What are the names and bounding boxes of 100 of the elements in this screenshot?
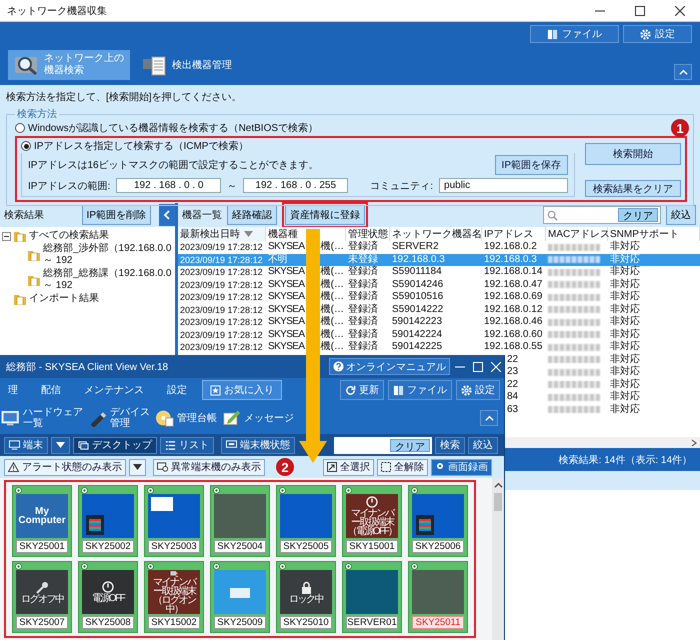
toolbar-button[interactable]: 更新 bbox=[340, 380, 384, 400]
column-header[interactable]: SNMPサポート bbox=[608, 227, 700, 241]
group-label: 検索方法 bbox=[16, 108, 58, 121]
tree-item[interactable]: すべての検索結果 bbox=[29, 230, 109, 242]
redacted-text-block bbox=[548, 244, 600, 251]
record-button[interactable]: 画面録画 bbox=[431, 458, 492, 476]
device-thumbnail[interactable]: SKY25003 bbox=[144, 485, 204, 557]
column-header[interactable]: 管理状態 bbox=[346, 227, 390, 241]
device-thumbnail[interactable]: SKY25009 bbox=[210, 561, 270, 633]
toolbar-button[interactable]: 全選択 bbox=[323, 458, 374, 476]
toolbar-button[interactable]: ファイル bbox=[388, 380, 452, 400]
table-cell: SKYSEA bbox=[268, 241, 304, 254]
toolbar-button[interactable]: 設定 bbox=[623, 25, 692, 43]
table-row[interactable]: 84 非対応 bbox=[505, 391, 700, 404]
menu-tab[interactable]: 配信 bbox=[33, 380, 69, 400]
column-header[interactable]: IPアドレス bbox=[482, 227, 546, 241]
tree-item[interactable]: インポート結果 bbox=[29, 293, 99, 305]
table-row[interactable]: 2023/09/19 17:28:12 SKYSEA 機(… 登録済 S59014246 192.168.0.47 非対応 bbox=[178, 278, 700, 291]
device-thumbnail[interactable]: 電源OFF SKY25008 bbox=[78, 561, 138, 633]
toolbar-button[interactable]: 経路確認 bbox=[227, 205, 277, 225]
collapse-button[interactable] bbox=[674, 64, 692, 80]
table-cell-text: 機(… bbox=[320, 304, 344, 316]
device-thumbnail[interactable]: マイナンバー取扱端末 （電源OFF） SKY15001 bbox=[342, 485, 402, 557]
ip-start-field[interactable]: 192 . 168 . 0 . 0 bbox=[116, 178, 222, 193]
toolbar-button[interactable]: 資産情報に登録 bbox=[285, 205, 365, 225]
view-tab[interactable]: リスト bbox=[160, 436, 214, 454]
device-thumbnail[interactable]: SKY25004 bbox=[210, 485, 270, 557]
table-row[interactable]: 2023/09/19 17:28:12 SKYSEA 機(… 登録済 S59014222 192.168.0.12 非対応 bbox=[178, 304, 700, 316]
save-range-button[interactable]: IP範囲を保存 bbox=[494, 155, 568, 175]
close-icon bbox=[490, 362, 500, 372]
delete-range-button[interactable]: IP範囲を削除 bbox=[82, 205, 151, 225]
column-header[interactable]: MACアドレス bbox=[546, 227, 608, 241]
toolbar-button[interactable]: 端末機状態 bbox=[221, 436, 295, 454]
device-thumbnail[interactable]: SKY25006 bbox=[408, 485, 468, 557]
terminal-dropdown[interactable]: 端末 bbox=[4, 436, 48, 454]
collapse-toggle-icon[interactable] bbox=[2, 232, 11, 240]
table-cell-text: 非対応 bbox=[609, 378, 641, 390]
menu-tab[interactable]: メンテナンス bbox=[76, 380, 152, 400]
clear-results-button[interactable]: 検索結果をクリア bbox=[585, 180, 681, 197]
table-cell-text: 非対応 bbox=[609, 391, 641, 404]
device-thumbnail[interactable]: SKY25011 bbox=[408, 561, 468, 633]
toolbar-button[interactable]: ファイル bbox=[530, 25, 619, 43]
toolbar-button[interactable]: 全解除 bbox=[377, 458, 428, 476]
ip-end-field[interactable]: 192 . 168 . 0 . 255 bbox=[243, 178, 348, 193]
view-tab[interactable]: デスクトップ bbox=[73, 436, 157, 454]
device-thumbnail[interactable]: SERVER01 bbox=[342, 561, 402, 633]
clear-button[interactable]: クリア bbox=[390, 438, 430, 452]
radio-button[interactable] bbox=[15, 123, 25, 133]
clear-button[interactable]: クリア bbox=[618, 208, 658, 222]
window-drawing bbox=[230, 588, 250, 598]
search-button[interactable]: 検索 bbox=[435, 436, 465, 454]
table-row[interactable]: 2023/09/19 17:28:12 SKYSEA 機(… 登録済 590142224 192.168.0.60 非対応 bbox=[178, 328, 700, 341]
radio-button[interactable] bbox=[21, 141, 31, 151]
community-field[interactable]: public bbox=[439, 178, 568, 193]
vertical-scrollbar[interactable] bbox=[492, 478, 504, 640]
toolbar-button[interactable]: アラート状態のみ表示 bbox=[4, 458, 126, 476]
device-thumbnail[interactable]: マイナンバー取扱端末 （ログオン中） SKY15002 bbox=[144, 561, 204, 633]
search-field[interactable]: クリア bbox=[334, 436, 432, 454]
tool-button[interactable]: ハードウェア 一覧 bbox=[0, 407, 84, 429]
column-header[interactable]: ネットワーク機器名 bbox=[390, 227, 482, 241]
horizontal-scrollbar[interactable] bbox=[505, 437, 700, 448]
collapse-button[interactable] bbox=[480, 410, 498, 426]
device-thumbnail[interactable]: My Computer SKY25001 bbox=[12, 485, 72, 557]
table-row[interactable]: 2023/09/19 17:28:12 SKYSEA 機(… 登録済 S59011184 192.168.0.14 非対応 bbox=[178, 266, 700, 278]
tree-item[interactable]: 総務部_渉外部（192.168.0.0 ～ 192 bbox=[43, 243, 173, 267]
column-header[interactable]: 最新検出日時 bbox=[178, 227, 266, 241]
menu-tab[interactable]: 設定 bbox=[159, 380, 195, 400]
device-thumbnail[interactable]: SKY25005 bbox=[276, 485, 336, 557]
table-row[interactable]: 2023/09/19 17:28:12 SKYSEA 機(… 登録済 590142225 192.168.0.55 非対応 bbox=[178, 341, 700, 354]
toolbar-button[interactable]: 異常端末機のみ表示 bbox=[153, 458, 265, 476]
search-field[interactable]: クリア bbox=[543, 206, 661, 224]
online-manual-button[interactable]: オンラインマニュアル bbox=[329, 358, 450, 375]
table-row[interactable]: 2023/09/19 17:28:12 SKYSEA 機(… 登録済 S59010516 192.168.0.69 非対応 bbox=[178, 291, 700, 304]
tool-button[interactable]: 管理台帳 bbox=[154, 409, 218, 427]
table-row[interactable]: 63 非対応 bbox=[505, 404, 700, 416]
table-row[interactable]: 22 非対応 bbox=[505, 354, 700, 366]
tree-item[interactable]: 総務部_総務課（192.168.0.0 ～ 192 bbox=[43, 268, 173, 292]
table-row[interactable]: 23 非対応 bbox=[505, 366, 700, 378]
filter-button[interactable]: 絞込 bbox=[468, 436, 498, 454]
table-cell-text: 登録済 bbox=[347, 278, 379, 290]
menu-tab[interactable]: 理 bbox=[0, 380, 26, 400]
filter-button[interactable]: 絞込 bbox=[666, 205, 696, 225]
scrollbar-thumb[interactable] bbox=[494, 493, 502, 511]
dropdown-button[interactable] bbox=[129, 458, 146, 476]
status-icon bbox=[147, 487, 154, 494]
tab[interactable]: 検出機器管理 bbox=[136, 52, 238, 80]
device-thumbnail[interactable]: ロック中 SKY25010 bbox=[276, 561, 336, 633]
start-search-button[interactable]: 検索開始 bbox=[585, 143, 681, 165]
table-cell: 機(… bbox=[320, 291, 344, 304]
tool-button[interactable]: デバイス 管理 bbox=[87, 407, 151, 429]
dropdown-button[interactable] bbox=[51, 436, 70, 454]
table-row[interactable]: 2023/09/19 17:28:12 SKYSEA 機(… 登録済 SERVER2 192.168.0.2 非対応 bbox=[178, 241, 700, 254]
table-row[interactable]: 22 非対応 bbox=[505, 378, 700, 391]
device-thumbnail[interactable]: SKY25002 bbox=[78, 485, 138, 557]
toolbar-button[interactable]: 設定 bbox=[456, 380, 500, 400]
device-thumbnail[interactable]: ログオフ中 SKY25007 bbox=[12, 561, 72, 633]
collapse-panel-button[interactable] bbox=[159, 204, 175, 226]
tool-button[interactable]: メッセージ bbox=[221, 409, 295, 427]
table-row[interactable]: 2023/09/19 17:28:12 SKYSEA 機(… 登録済 590142223 192.168.0.46 非対応 bbox=[178, 316, 700, 328]
menu-tab[interactable]: お気に入り bbox=[202, 380, 282, 400]
